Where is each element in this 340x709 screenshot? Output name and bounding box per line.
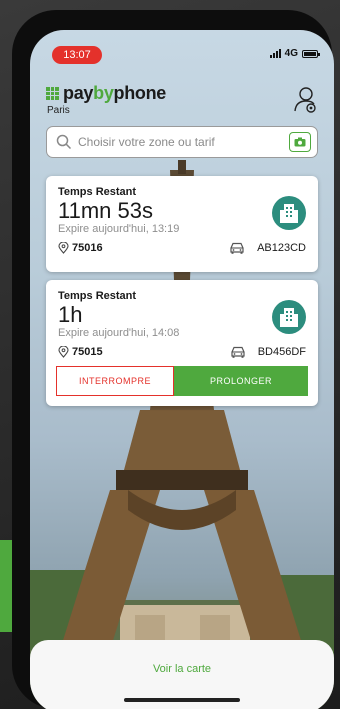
status-bar: 13:07 4G: [30, 30, 334, 74]
remaining-time: 11mn 53s: [58, 198, 153, 223]
signal-icon: [269, 49, 281, 58]
car-icon: [231, 346, 245, 358]
plate-number: AB123CD: [257, 242, 306, 254]
expiry-text: Expire aujourd'hui, 14:08: [58, 327, 180, 339]
phone-frame: 13:07 4G paybyphone Paris Choisir votre …: [12, 10, 334, 709]
brand-name: paybyphone: [63, 83, 167, 103]
network-label: 4G: [284, 48, 298, 59]
zone-number: 75016: [72, 242, 103, 254]
brand-header: paybyphone Paris: [46, 83, 166, 116]
remaining-label: Temps Restant: [58, 186, 137, 198]
zone-search-bar[interactable]: Choisir votre zone ou tarif: [46, 126, 318, 158]
parking-session-card[interactable]: Temps Restant 11mn 53s Expire aujourd'hu…: [46, 176, 318, 272]
camera-icon: [294, 137, 306, 147]
settings-user-icon[interactable]: [292, 86, 318, 114]
zone-info: 75015: [58, 346, 103, 358]
building-icon: [272, 300, 306, 334]
app-screen: 13:07 4G paybyphone Paris Choisir votre …: [30, 30, 334, 709]
status-time: 13:07: [52, 46, 102, 64]
city-label: Paris: [47, 105, 70, 116]
building-icon: [272, 196, 306, 230]
home-indicator[interactable]: [124, 698, 240, 702]
search-input[interactable]: Choisir votre zone ou tarif: [78, 135, 215, 149]
search-icon: [56, 134, 72, 150]
camera-button[interactable]: [289, 132, 311, 152]
stop-session-button[interactable]: INTERROMPRE: [56, 366, 174, 396]
bottom-panel: Voir la carte: [30, 640, 334, 709]
plate-number: BD456DF: [257, 346, 306, 358]
parking-session-card[interactable]: Temps Restant 1h Expire aujourd'hui, 14:…: [46, 280, 318, 406]
car-icon: [230, 242, 244, 254]
expiry-text: Expire aujourd'hui, 13:19: [58, 223, 180, 235]
zone-info: 75016: [58, 242, 103, 254]
extend-session-button[interactable]: PROLONGER: [174, 366, 308, 396]
brand-logo-icon: [46, 87, 59, 100]
status-indicators: 4G: [269, 48, 320, 59]
location-pin-icon: [58, 346, 69, 358]
remaining-time: 1h: [58, 302, 83, 327]
battery-icon: [302, 49, 320, 58]
location-pin-icon: [58, 242, 69, 254]
view-map-link[interactable]: Voir la carte: [30, 663, 334, 675]
zone-number: 75015: [72, 346, 103, 358]
remaining-label: Temps Restant: [58, 290, 137, 302]
vehicle-info: AB123CD: [229, 242, 306, 254]
vehicle-info: BD456DF: [230, 346, 306, 358]
